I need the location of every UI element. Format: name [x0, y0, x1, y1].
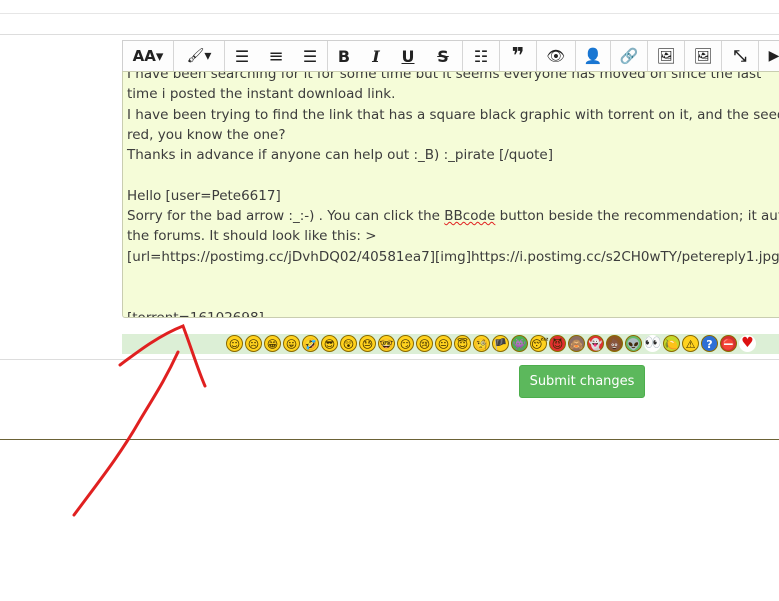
- smilie-icon[interactable]: 🏴: [492, 335, 509, 352]
- font-size-button[interactable]: AA▾: [123, 41, 173, 71]
- editor-line: I have been trying to find the link that…: [127, 106, 779, 123]
- underline-button[interactable]: U: [392, 41, 424, 71]
- arrow-shaft: [72, 350, 180, 517]
- smilie-icon[interactable]: 👀: [644, 335, 661, 352]
- collapse-button[interactable]: ⤡: [722, 41, 758, 71]
- image-button[interactable]: 🖼: [648, 41, 684, 71]
- align-right-button[interactable]: ☰: [293, 41, 327, 71]
- form-divider-left: [0, 359, 120, 360]
- editor-line: Sorry for the bad arrow :_:-) . You can …: [127, 208, 779, 225]
- smilie-icon[interactable]: 🙈: [568, 335, 585, 352]
- smilie-icon[interactable]: 👾: [511, 335, 528, 352]
- editor-toolbar: AA▾ 🖌▾ ☰ ≡ ☰ B I U S ☷ ❞ 👁 👤 🔗 🖼 🖼 ⤡ ▶: [122, 40, 779, 71]
- submit-changes-button[interactable]: Submit changes: [519, 365, 645, 398]
- user-icon: 👤: [583, 47, 603, 65]
- smilie-icon[interactable]: 🤓: [378, 335, 395, 352]
- italic-icon: I: [372, 46, 380, 66]
- smilie-icon[interactable]: 🍋: [663, 335, 680, 352]
- underline-icon: U: [401, 46, 415, 66]
- form-divider: [120, 359, 779, 360]
- strikethrough-button[interactable]: S: [424, 41, 462, 71]
- text-color-button[interactable]: 🖌▾: [174, 41, 224, 71]
- smilie-icon[interactable]: ⛔: [720, 335, 737, 352]
- user-button[interactable]: 👤: [576, 41, 610, 71]
- editor-line: red, you know the one?: [127, 126, 286, 143]
- smilie-icon[interactable]: ☺: [226, 335, 243, 352]
- smilie-icon[interactable]: ♥: [739, 335, 756, 352]
- video-icon: ▶: [768, 48, 779, 64]
- editor-line: I have been searching for it for some ti…: [127, 71, 762, 82]
- smilie-icon[interactable]: 🤣: [302, 335, 319, 352]
- italic-button[interactable]: I: [360, 41, 392, 71]
- editor-line: Thanks in advance if anyone can help out…: [127, 147, 554, 164]
- align-center-button[interactable]: ≡: [259, 41, 293, 71]
- smilie-icon[interactable]: 😓: [359, 335, 376, 352]
- editor-line: ​: [127, 287, 779, 307]
- smilie-icon[interactable]: 😏: [397, 335, 414, 352]
- strikethrough-icon: S: [437, 46, 449, 66]
- link-icon: 🔗: [619, 47, 639, 65]
- smilie-icon[interactable]: 🧐: [473, 335, 490, 352]
- smilie-bar: ☺ ☹ 😁 😛 🤣 😎 😲 😓 🤓 😏 😢 😐 😇 🧐 🏴 👾 😴 😈 🙈 👻 💩 👽 👀 🍋 ⚠? ⛔ ♥: [122, 334, 779, 354]
- misspelled-word: BBcode: [444, 208, 496, 225]
- link-button[interactable]: 🔗: [611, 41, 647, 71]
- smilie-icon[interactable]: 👽: [625, 335, 642, 352]
- smilie-icon[interactable]: ⚠: [682, 335, 699, 352]
- editor-line: Hello [user=Pete6617]: [127, 187, 281, 204]
- smilie-icon[interactable]: 😛: [283, 335, 300, 352]
- align-justify-button[interactable]: ☰: [225, 41, 259, 71]
- smilie-icon[interactable]: 😎: [321, 335, 338, 352]
- smilie-icon[interactable]: 😲: [340, 335, 357, 352]
- list-button[interactable]: ☷: [463, 41, 499, 71]
- image-icon: 🖼: [656, 47, 676, 65]
- picture-icon: 🖼: [693, 47, 713, 65]
- smilie-list: ☺ ☹ 😁 😛 🤣 😎 😲 😓 🤓 😏 😢 😐 😇 🧐 🏴 👾 😴 😈 🙈 👻 💩 👽 👀 🍋 ⚠? ⛔ ♥: [226, 335, 756, 352]
- editor-line: time i posted the instant download link.: [127, 84, 779, 104]
- top-divider: [0, 13, 779, 14]
- align-right-icon: ☰: [302, 46, 318, 66]
- header-divider: [0, 34, 779, 35]
- video-button[interactable]: ▶: [759, 41, 779, 71]
- editor-line: ​: [127, 165, 779, 185]
- editor-line-text: time i posted the instant download link.: [127, 86, 396, 103]
- editor-line: [url=https://postimg.cc/jDvhDQ02/40581ea…: [127, 248, 779, 265]
- smilie-icon[interactable]: ☹: [245, 335, 262, 352]
- smilie-icon[interactable]: 😇: [454, 335, 471, 352]
- align-justify-icon: ☰: [234, 46, 250, 66]
- smilie-icon[interactable]: 😴: [530, 335, 549, 352]
- smilie-icon[interactable]: 😢: [416, 335, 433, 352]
- image-alt-button[interactable]: 🖼: [685, 41, 721, 71]
- editor-line: the forums. It should look like this: >: [127, 228, 377, 245]
- smilie-icon[interactable]: 😐: [435, 335, 452, 352]
- eye-slash-icon: 👁: [546, 47, 566, 65]
- paintbrush-icon: 🖌▾: [186, 48, 212, 64]
- quote-button[interactable]: ❞: [500, 41, 536, 71]
- align-center-icon: ≡: [268, 45, 284, 67]
- list-icon: ☷: [473, 46, 489, 66]
- submit-label: Submit changes: [529, 374, 635, 389]
- compress-icon: ⤡: [733, 46, 747, 65]
- editor-line: [torrent=16102698]: [127, 309, 264, 318]
- font-size-icon: AA▾: [132, 47, 164, 65]
- smilie-icon[interactable]: 💩: [606, 335, 623, 352]
- editor-content[interactable]: I have been searching for it for some ti…: [127, 71, 779, 318]
- smilie-icon[interactable]: 👻: [587, 335, 604, 352]
- editor-line: ​: [127, 267, 779, 287]
- message-editor[interactable]: I have been searching for it for some ti…: [122, 71, 779, 318]
- spoiler-button[interactable]: 👁: [537, 41, 575, 71]
- smilie-icon[interactable]: ?: [701, 335, 718, 352]
- bold-icon: B: [337, 46, 351, 66]
- bold-button[interactable]: B: [328, 41, 360, 71]
- footer-divider: [0, 439, 779, 440]
- quote-icon: ❞: [511, 43, 525, 69]
- smilie-icon[interactable]: 😁: [264, 335, 281, 352]
- smilie-icon[interactable]: 😈: [549, 335, 566, 352]
